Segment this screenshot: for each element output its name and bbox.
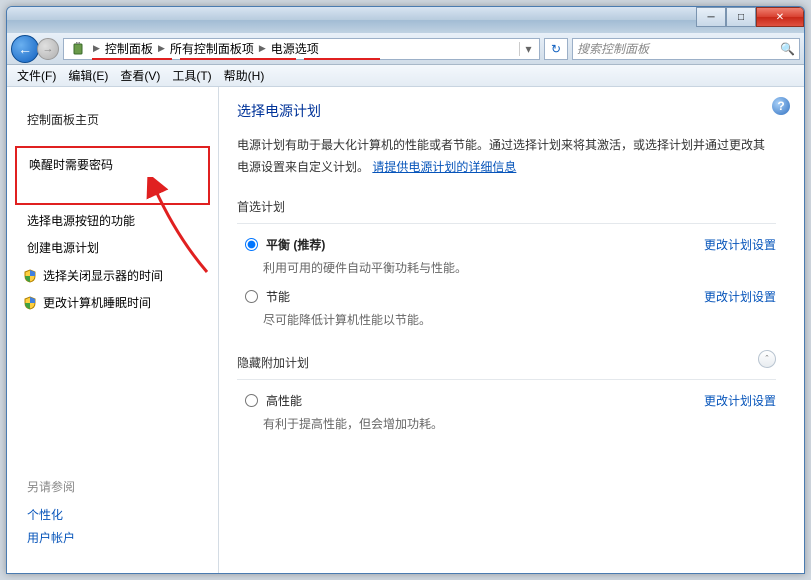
sidebar-item-sleep-time[interactable]: 更改计算机睡眠时间 xyxy=(15,290,210,315)
plan-label[interactable]: 节能 xyxy=(266,288,290,305)
sidebar-item-display-off[interactable]: 选择关闭显示器的时间 xyxy=(15,263,210,288)
sidebar-footer: 另请参阅 个性化 用户帐户 xyxy=(15,478,210,565)
refresh-button[interactable]: ↻ xyxy=(544,38,568,60)
chevron-right-icon: ▶ xyxy=(90,43,103,54)
power-options-icon xyxy=(70,41,86,57)
collapse-button[interactable]: ˆ xyxy=(758,350,776,368)
control-panel-window: ─ □ ✕ ← → ▶ 控制面板 ▶ 所有控制面板项 ▶ 电源选项 ▾ ↻ 搜索… xyxy=(6,6,805,574)
content-area: 控制面板主页 唤醒时需要密码 选择电源按钮的功能 创建电源计划 选择关闭显示器的… xyxy=(7,87,804,573)
plan-power-saver: 节能 更改计划设置 xyxy=(237,284,776,309)
search-placeholder: 搜索控制面板 xyxy=(577,40,649,57)
details-link[interactable]: 请提供电源计划的详细信息 xyxy=(372,160,516,174)
plan-balanced: 平衡 (推荐) 更改计划设置 xyxy=(237,232,776,257)
menu-help[interactable]: 帮助(H) xyxy=(218,65,271,86)
menu-tools[interactable]: 工具(T) xyxy=(166,65,217,86)
menubar: 文件(F) 编辑(E) 查看(V) 工具(T) 帮助(H) xyxy=(7,65,804,87)
sidebar-item-create-plan[interactable]: 创建电源计划 xyxy=(15,234,210,261)
search-input[interactable]: 搜索控制面板 🔍 xyxy=(572,38,800,60)
annotation-underline xyxy=(304,58,380,60)
plan-description: 尽可能降低计算机性能以节能。 xyxy=(263,309,776,336)
plan-label[interactable]: 平衡 (推荐) xyxy=(266,236,325,253)
plan-description: 有利于提高性能，但会增加功耗。 xyxy=(263,413,776,440)
plan-balanced-radio[interactable] xyxy=(245,238,258,251)
sidebar: 控制面板主页 唤醒时需要密码 选择电源按钮的功能 创建电源计划 选择关闭显示器的… xyxy=(7,87,219,573)
help-icon[interactable]: ? xyxy=(772,97,790,115)
page-title: 选择电源计划 xyxy=(237,101,776,121)
breadcrumb-item[interactable]: 电源选项 xyxy=(269,40,321,57)
sidebar-item-password[interactable]: 唤醒时需要密码 xyxy=(15,146,210,205)
shield-icon xyxy=(23,269,37,283)
hidden-plans-header: 隐藏附加计划 ˆ xyxy=(237,354,776,371)
page-description: 电源计划有助于最大化计算机的性能或者节能。通过选择计划来将其激活，或选择计划并通… xyxy=(237,135,776,178)
address-field[interactable]: ▶ 控制面板 ▶ 所有控制面板项 ▶ 电源选项 ▾ xyxy=(63,38,540,60)
hidden-plans: 高性能 更改计划设置 有利于提高性能，但会增加功耗。 xyxy=(237,379,776,440)
preferred-plans-header: 首选计划 xyxy=(237,198,776,215)
search-icon: 🔍 xyxy=(780,42,795,56)
plan-label[interactable]: 高性能 xyxy=(266,392,302,409)
breadcrumb-item[interactable]: 所有控制面板项 xyxy=(168,40,256,57)
sidebar-home[interactable]: 控制面板主页 xyxy=(15,107,210,132)
maximize-button[interactable]: □ xyxy=(726,7,756,27)
menu-file[interactable]: 文件(F) xyxy=(11,65,62,86)
nav-buttons: ← → xyxy=(11,35,59,63)
change-plan-link[interactable]: 更改计划设置 xyxy=(704,392,776,409)
chevron-right-icon: ▶ xyxy=(256,43,269,54)
see-also-user-accounts[interactable]: 用户帐户 xyxy=(27,526,198,549)
plan-high-radio[interactable] xyxy=(245,394,258,407)
back-button[interactable]: ← xyxy=(11,35,39,63)
see-also-header: 另请参阅 xyxy=(27,478,198,495)
change-plan-link[interactable]: 更改计划设置 xyxy=(704,236,776,253)
address-bar: ← → ▶ 控制面板 ▶ 所有控制面板项 ▶ 电源选项 ▾ ↻ 搜索控制面板 🔍 xyxy=(7,33,804,65)
close-button[interactable]: ✕ xyxy=(756,7,804,27)
chevron-right-icon: ▶ xyxy=(155,43,168,54)
sidebar-item-power-button[interactable]: 选择电源按钮的功能 xyxy=(15,207,210,234)
sidebar-item-label: 选择关闭显示器的时间 xyxy=(43,267,163,284)
forward-button[interactable]: → xyxy=(37,38,59,60)
change-plan-link[interactable]: 更改计划设置 xyxy=(704,288,776,305)
menu-edit[interactable]: 编辑(E) xyxy=(62,65,114,86)
window-controls: ─ □ ✕ xyxy=(696,7,804,27)
annotation-underline xyxy=(180,58,296,60)
plan-description: 利用可用的硬件自动平衡功耗与性能。 xyxy=(263,257,776,284)
plan-save-radio[interactable] xyxy=(245,290,258,303)
main-panel: ? 选择电源计划 电源计划有助于最大化计算机的性能或者节能。通过选择计划来将其激… xyxy=(219,87,804,573)
breadcrumb-item[interactable]: 控制面板 xyxy=(103,40,155,57)
plan-high-performance: 高性能 更改计划设置 xyxy=(237,388,776,413)
annotation-underline xyxy=(92,58,172,60)
address-dropdown[interactable]: ▾ xyxy=(519,42,537,56)
sidebar-item-label: 更改计算机睡眠时间 xyxy=(43,294,151,311)
shield-icon xyxy=(23,296,37,310)
minimize-button[interactable]: ─ xyxy=(696,7,726,27)
menu-view[interactable]: 查看(V) xyxy=(114,65,166,86)
see-also-personalization[interactable]: 个性化 xyxy=(27,503,198,526)
preferred-plans: 平衡 (推荐) 更改计划设置 利用可用的硬件自动平衡功耗与性能。 节能 更改计划… xyxy=(237,223,776,336)
titlebar: ─ □ ✕ xyxy=(7,7,804,33)
